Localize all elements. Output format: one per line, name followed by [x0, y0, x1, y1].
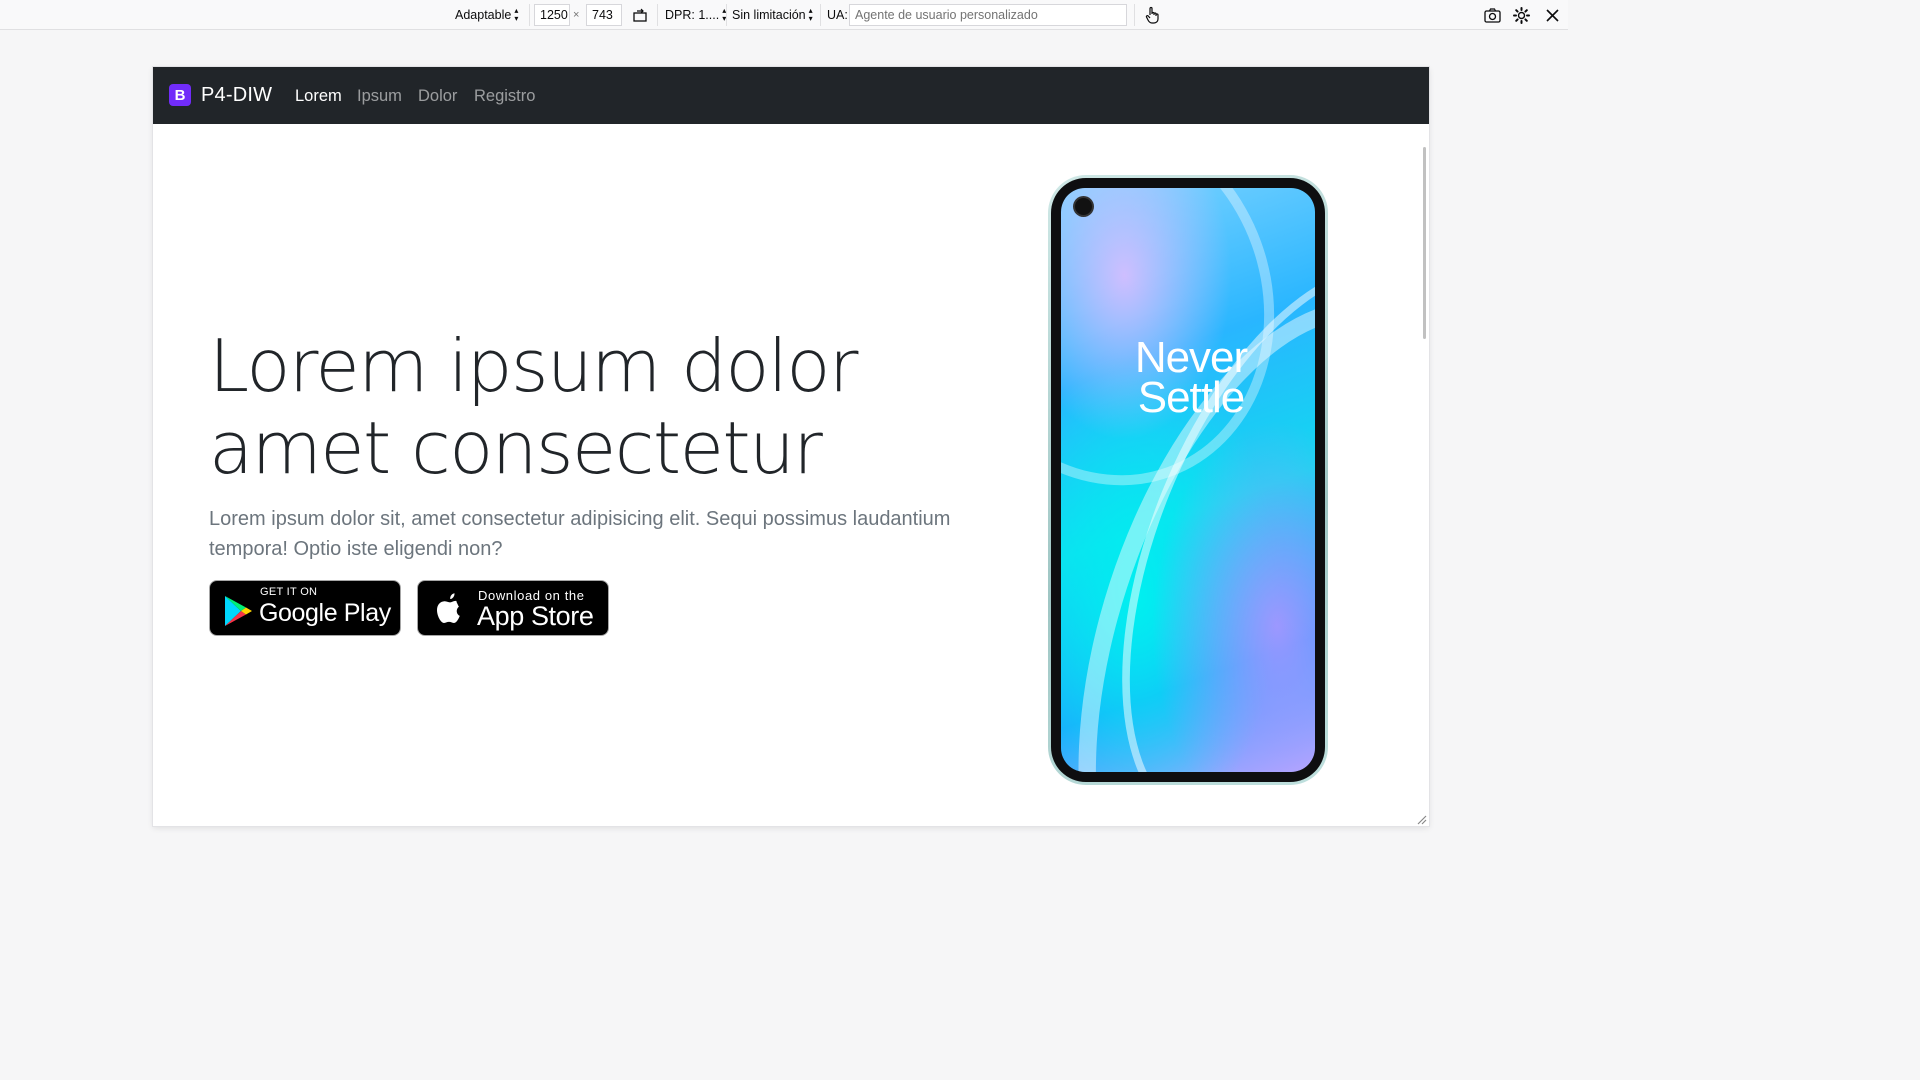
separator	[820, 4, 821, 26]
device-selector-label: Adaptable	[455, 8, 512, 22]
nav-link-lorem[interactable]: Lorem	[295, 87, 342, 106]
navbar: B P4-DIW Lorem Ipsum Dolor Registro	[153, 67, 1429, 124]
separator	[529, 4, 530, 26]
nav-link-ipsum[interactable]: Ipsum	[357, 87, 402, 106]
updown-arrow-icon: ▴ ▾	[808, 6, 813, 23]
brand-name[interactable]: P4-DIW	[201, 84, 272, 107]
camera-punch-hole-icon	[1075, 198, 1092, 215]
dpr-label: DPR: 1....	[665, 8, 720, 22]
hero-title: Lorem ipsum dolor amet consectetur	[209, 325, 1029, 489]
hero-lead: Lorem ipsum dolor sit, amet consectetur …	[209, 504, 989, 564]
phone-bezel: Never Settle	[1051, 178, 1325, 782]
screenshot-icon[interactable]	[1482, 5, 1502, 25]
nav-link-dolor[interactable]: Dolor	[418, 87, 457, 106]
resize-handle-icon[interactable]	[1415, 812, 1427, 825]
bootstrap-logo-icon[interactable]: B	[169, 84, 191, 106]
separator	[726, 4, 727, 26]
play-store-icon	[224, 595, 254, 632]
phone-image: Never Settle	[1048, 175, 1328, 785]
separator	[1134, 4, 1135, 26]
hero-lead-line: tempora! Optio iste eligendi non?	[209, 538, 503, 560]
device-viewport: B P4-DIW Lorem Ipsum Dolor Registro Lore…	[153, 67, 1429, 826]
phone-screen: Never Settle	[1061, 188, 1315, 772]
close-icon[interactable]	[1542, 5, 1562, 25]
nav-link-registro[interactable]: Registro	[474, 87, 535, 106]
height-input[interactable]: 743	[586, 4, 622, 26]
touch-icon[interactable]	[1142, 5, 1162, 25]
updown-arrow-icon: ▴ ▾	[514, 6, 519, 23]
rotate-icon[interactable]	[630, 5, 650, 25]
app-store-big-text: App Store	[477, 601, 594, 631]
responsive-toolbar: Adaptable ▴ ▾ 1250 × 743 DPR: 1.... ▴ ▾ Si…	[0, 0, 1568, 30]
ua-label: UA:	[827, 8, 848, 22]
throttling-selector[interactable]: Sin limitación ▴ ▾	[732, 0, 813, 30]
width-input[interactable]: 1250	[534, 4, 570, 26]
hero-title-line: amet consectetur	[209, 406, 823, 490]
phone-screen-text: Settle	[1137, 373, 1246, 422]
separator	[657, 4, 658, 26]
dpr-selector[interactable]: DPR: 1.... ▴ ▾	[665, 0, 726, 30]
apple-icon	[434, 589, 466, 632]
google-play-small-text: GET IT ON	[260, 586, 318, 598]
throttling-label: Sin limitación	[732, 8, 806, 22]
dimension-separator: ×	[573, 9, 580, 21]
hero-title-line: Lorem ipsum dolor	[209, 324, 859, 408]
google-play-button[interactable]: GET IT ON Google Play	[209, 580, 401, 636]
phone-screen-text: Never	[1134, 333, 1248, 382]
user-agent-input[interactable]: Agente de usuario personalizado	[849, 4, 1127, 26]
viewport-scrollbar[interactable]	[1423, 147, 1426, 339]
settings-icon[interactable]	[1511, 5, 1531, 25]
hero-lead-line: Lorem ipsum dolor sit, amet consectetur …	[209, 508, 951, 530]
google-play-big-text: Google Play	[259, 599, 391, 627]
device-selector[interactable]: Adaptable ▴ ▾	[455, 0, 518, 30]
app-store-button[interactable]: Download on the App Store	[417, 580, 609, 636]
